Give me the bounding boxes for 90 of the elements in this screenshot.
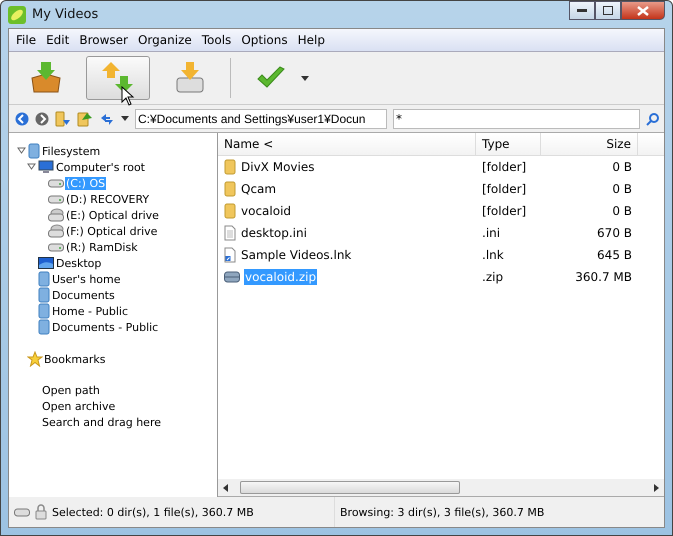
folder-up-icon[interactable]: [77, 110, 93, 126]
star-icon: [27, 351, 43, 367]
tree-item[interactable]: Computer's root: [55, 160, 146, 174]
scrollbar-thumb[interactable]: [240, 481, 460, 494]
menu-item[interactable]: Options: [236, 33, 293, 47]
close-icon: [637, 6, 649, 16]
tree-item[interactable]: Filesystem: [41, 144, 102, 158]
file-name[interactable]: vocaloid: [240, 203, 292, 219]
bookmark-link[interactable]: Search and drag here: [42, 415, 217, 431]
tree-item[interactable]: Documents: [51, 288, 116, 302]
mouse-cursor-icon: [121, 86, 135, 106]
shortcut-icon: [224, 247, 236, 263]
optical-drive-icon: [48, 224, 64, 238]
window-title: My Videos: [32, 7, 98, 22]
forward-icon[interactable]: [35, 112, 49, 126]
bookmarks-label: Bookmarks: [44, 352, 106, 366]
monitor-icon: [38, 160, 54, 174]
minimize-icon: [577, 8, 587, 12]
tree-item[interactable]: (D:) RECOVERY: [65, 192, 150, 206]
tree-item[interactable]: (R:) RamDisk: [65, 240, 139, 254]
folder-icon: [38, 271, 50, 287]
table-cell-text: .ini: [481, 226, 502, 240]
folder-icon: [224, 159, 236, 175]
dropdown-arrow-icon[interactable]: [121, 116, 129, 121]
drive-icon: [48, 178, 64, 188]
folder-down-icon[interactable]: [55, 110, 71, 126]
column-header[interactable]: Type: [476, 133, 541, 155]
path-field[interactable]: C:¥Documents and Settings¥user1¥Docun: [135, 108, 387, 128]
menu-item[interactable]: Tools: [196, 33, 236, 47]
folder-icon: [38, 319, 50, 335]
folder-icon: [38, 287, 50, 303]
menu-item[interactable]: Browser: [74, 33, 133, 47]
file-name[interactable]: Qcam: [240, 181, 278, 197]
minimize-button[interactable]: [569, 1, 595, 20]
bookmark-link[interactable]: Open archive: [42, 399, 217, 415]
column-header[interactable]: Name <: [218, 133, 476, 155]
folder-icon: [28, 143, 40, 159]
table-cell-text: [folder]: [481, 204, 528, 218]
filter-field[interactable]: *: [393, 108, 640, 128]
desktop-icon: [38, 257, 54, 269]
horizontal-scrollbar[interactable]: [218, 479, 664, 497]
tree-item[interactable]: User's home: [51, 272, 122, 286]
tree-item[interactable]: Home - Public: [51, 304, 130, 318]
menu-item[interactable]: Help: [292, 33, 330, 47]
archive-icon: [224, 271, 240, 283]
column-header[interactable]: Size: [541, 133, 638, 155]
dropdown-arrow-icon[interactable]: [301, 76, 309, 80]
expand-arrow-icon[interactable]: [27, 163, 36, 171]
browsing-status: Browsing: 3 dir(s), 3 file(s), 360.7 MB: [340, 506, 544, 518]
tree-item[interactable]: (F:) Optical drive: [65, 224, 158, 238]
folder-icon: [38, 303, 50, 319]
table-cell-text: 670 B: [596, 226, 633, 240]
app-logo-icon: [8, 6, 26, 24]
scroll-left-icon[interactable]: [222, 484, 230, 492]
maximize-icon: [603, 6, 613, 15]
drive-icon: [48, 194, 64, 204]
table-cell-text: 0 B: [611, 160, 633, 174]
expand-arrow-icon[interactable]: [17, 147, 26, 155]
table-cell-text: [folder]: [481, 182, 528, 196]
file-name[interactable]: DivX Movies: [240, 159, 316, 175]
table-cell-text: 0 B: [611, 182, 633, 196]
drive-icon: [48, 242, 64, 252]
bookmark-link[interactable]: Open path: [42, 383, 217, 399]
back-icon[interactable]: [15, 112, 29, 126]
tree-item[interactable]: Desktop: [55, 256, 102, 270]
table-cell-text: .lnk: [481, 248, 505, 262]
scroll-right-icon[interactable]: [652, 484, 660, 492]
maximize-button[interactable]: [595, 1, 621, 20]
selection-status: Selected: 0 dir(s), 1 file(s), 360.7 MB: [52, 506, 254, 518]
table-cell-text: 645 B: [596, 248, 633, 262]
menu-item[interactable]: Edit: [41, 33, 74, 47]
search-icon[interactable]: [646, 112, 660, 126]
close-button[interactable]: [621, 1, 665, 20]
folder-icon: [224, 203, 236, 219]
tree-item[interactable]: (E:) Optical drive: [65, 208, 160, 222]
file-name[interactable]: desktop.ini: [240, 225, 308, 241]
lock-icon: [35, 504, 47, 520]
document-icon: [224, 225, 236, 241]
optical-drive-icon: [48, 208, 64, 222]
menu-item[interactable]: File: [11, 33, 42, 47]
drive-icon: [14, 507, 30, 517]
file-name[interactable]: Sample Videos.lnk: [240, 247, 352, 263]
table-cell-text: .zip: [481, 270, 504, 284]
tree-item[interactable]: Documents - Public: [51, 320, 160, 334]
table-cell-text: 0 B: [611, 204, 633, 218]
folder-icon: [224, 181, 236, 197]
menu-item[interactable]: Organize: [132, 33, 197, 47]
toolbar-button[interactable]: [86, 56, 150, 100]
table-cell-text: 360.7 MB: [574, 270, 633, 284]
table-cell-text: [folder]: [481, 160, 528, 174]
